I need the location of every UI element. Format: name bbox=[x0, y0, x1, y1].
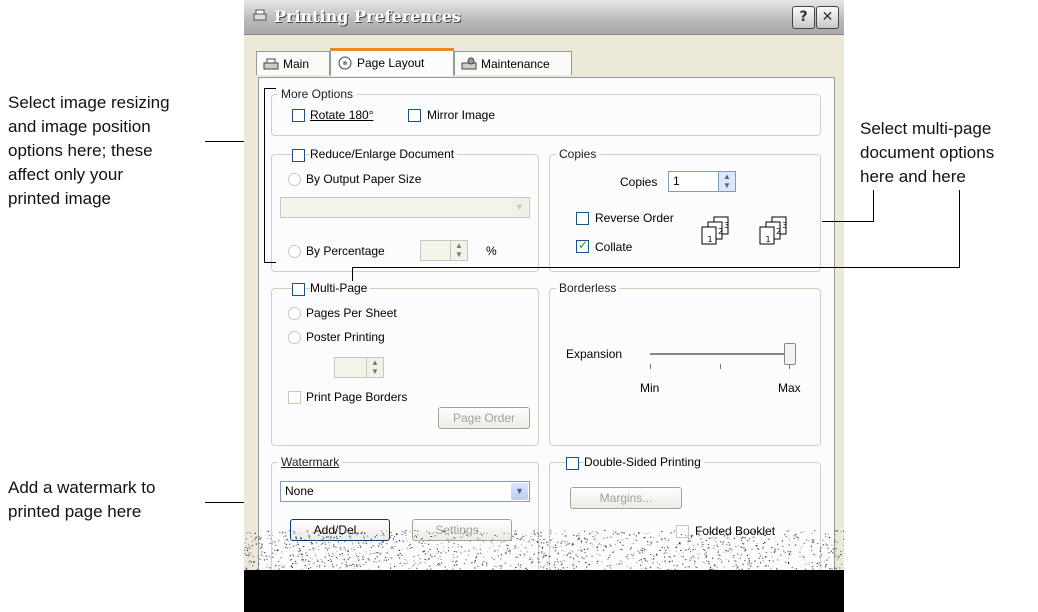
watermark-value: None bbox=[285, 484, 314, 498]
borderless-group: Borderless Expansion Min Max bbox=[549, 281, 821, 446]
copies-label: Copies bbox=[620, 175, 658, 189]
multipage-connector-line bbox=[352, 267, 353, 281]
window-title: Printing Preferences bbox=[274, 7, 461, 26]
multipage-connector-line bbox=[352, 267, 960, 268]
page-layout-icon bbox=[338, 56, 352, 70]
multi-page-checkbox[interactable] bbox=[292, 283, 305, 296]
pages-per-sheet-label: Pages Per Sheet bbox=[306, 306, 397, 320]
rotate-checkbox[interactable] bbox=[292, 109, 305, 122]
expansion-slider-track bbox=[650, 353, 790, 356]
pages-per-sheet-radio[interactable] bbox=[288, 307, 301, 320]
print-borders-checkbox[interactable] bbox=[288, 391, 301, 404]
annotation-resizing: Select image resizing and image position… bbox=[8, 93, 170, 208]
tab-main-label: Main bbox=[283, 57, 310, 71]
expansion-max-label: Max bbox=[778, 381, 801, 395]
by-percentage-radio[interactable] bbox=[288, 245, 301, 258]
multipage-connector-line bbox=[959, 190, 960, 268]
svg-text:3: 3 bbox=[724, 221, 729, 230]
reverse-order-label: Reverse Order bbox=[595, 211, 674, 225]
collate-checkbox[interactable]: ✓ bbox=[576, 238, 589, 253]
help-button[interactable]: ? bbox=[792, 6, 815, 29]
pages-count-field[interactable]: ▲ ▼ bbox=[334, 357, 384, 378]
expansion-slider-thumb[interactable] bbox=[784, 343, 796, 365]
multi-page-label: Multi-Page bbox=[310, 281, 371, 295]
annotation-watermark: Add a watermark to printed page here bbox=[8, 478, 156, 521]
scan-noise bbox=[244, 530, 844, 570]
copies-group: Copies Copies 1 ▲ ▼ Reverse Order ✓ Colla… bbox=[549, 147, 821, 272]
spinner-icon[interactable]: ▲ ▼ bbox=[366, 358, 383, 377]
spinner-icon[interactable]: ▲ ▼ bbox=[450, 241, 467, 260]
reverse-order-checkbox[interactable] bbox=[576, 212, 589, 225]
copies-connector-line bbox=[822, 221, 874, 222]
bottom-black-bar bbox=[244, 570, 844, 612]
page-order-button[interactable]: Page Order bbox=[438, 407, 530, 429]
reduce-enlarge-checkbox[interactable] bbox=[292, 149, 305, 162]
printer-app-icon bbox=[253, 9, 267, 21]
collate-pages-icon: 1 2 3 bbox=[701, 216, 729, 245]
svg-text:2: 2 bbox=[718, 227, 723, 236]
watermark-legend: Watermark bbox=[278, 455, 343, 469]
expansion-slider-tick bbox=[650, 364, 651, 369]
double-sided-label: Double-Sided Printing bbox=[584, 455, 704, 469]
collate-label: Collate bbox=[595, 240, 633, 254]
print-borders-label: Print Page Borders bbox=[306, 390, 408, 404]
callout-bracket bbox=[264, 88, 276, 89]
chevron-down-icon: ▼ bbox=[511, 483, 528, 500]
copies-field[interactable]: 1 ▲ ▼ bbox=[668, 171, 736, 192]
copies-connector-line bbox=[873, 190, 874, 222]
margins-button[interactable]: Margins... bbox=[570, 487, 682, 509]
watermark-dropdown[interactable]: None ▼ bbox=[280, 481, 530, 502]
svg-text:1: 1 bbox=[765, 235, 770, 244]
spinner-icon[interactable]: ▲ ▼ bbox=[718, 172, 735, 191]
tab-maintenance-label: Maintenance bbox=[481, 57, 550, 71]
poster-printing-radio[interactable] bbox=[288, 331, 301, 344]
borderless-legend: Borderless bbox=[556, 281, 620, 295]
expansion-slider-tick bbox=[720, 364, 721, 369]
double-sided-checkbox[interactable] bbox=[566, 457, 579, 470]
expansion-label: Expansion bbox=[566, 347, 623, 361]
expansion-min-label: Min bbox=[640, 381, 660, 395]
svg-text:1: 1 bbox=[707, 235, 712, 244]
chevron-down-icon: ▼ bbox=[511, 199, 528, 216]
tab-maintenance[interactable]: Maintenance bbox=[454, 51, 572, 75]
printer-icon bbox=[263, 58, 279, 70]
svg-text:2: 2 bbox=[776, 227, 781, 236]
by-paper-label: By Output Paper Size bbox=[306, 172, 422, 186]
mirror-label: Mirror Image bbox=[427, 108, 496, 122]
mirror-checkbox[interactable] bbox=[408, 109, 421, 122]
rotate-label: Rotate 180° bbox=[310, 108, 374, 122]
close-button[interactable]: ✕ bbox=[816, 6, 839, 29]
more-options-legend: More Options bbox=[278, 87, 357, 101]
by-paper-radio[interactable] bbox=[288, 173, 301, 186]
percentage-field[interactable]: ▲ ▼ bbox=[420, 240, 468, 261]
percent-label: % bbox=[486, 244, 497, 258]
reduce-enlarge-group: Reduce/Enlarge Document By Output Paper … bbox=[271, 147, 539, 272]
copies-legend: Copies bbox=[556, 147, 600, 161]
printing-preferences-window: Printing Preferences ? ✕ Main Page Layou… bbox=[244, 0, 844, 612]
callout-bracket bbox=[264, 262, 276, 263]
annotation-multipage: Select multi-page document options here … bbox=[860, 119, 995, 186]
collate-pages-icon: 1 2 3 bbox=[759, 216, 787, 245]
paper-size-dropdown[interactable]: ▼ bbox=[280, 197, 530, 218]
multi-page-group: Multi-Page Pages Per Sheet Poster Printi… bbox=[271, 281, 539, 446]
title-bar: Printing Preferences ? ✕ bbox=[244, 0, 844, 35]
tab-page-layout-label: Page Layout bbox=[357, 56, 425, 70]
callout-bracket bbox=[264, 88, 265, 262]
tab-page-layout[interactable]: Page Layout bbox=[330, 48, 454, 76]
tab-main[interactable]: Main bbox=[256, 51, 330, 75]
poster-printing-label: Poster Printing bbox=[306, 330, 385, 344]
by-percentage-label: By Percentage bbox=[306, 244, 385, 258]
copies-value: 1 bbox=[673, 174, 680, 188]
svg-text:3: 3 bbox=[782, 221, 787, 230]
more-options-group: More Options Rotate 180° Mirror Image bbox=[271, 87, 821, 136]
reduce-enlarge-label: Reduce/Enlarge Document bbox=[310, 147, 458, 161]
maintenance-icon bbox=[461, 57, 477, 70]
